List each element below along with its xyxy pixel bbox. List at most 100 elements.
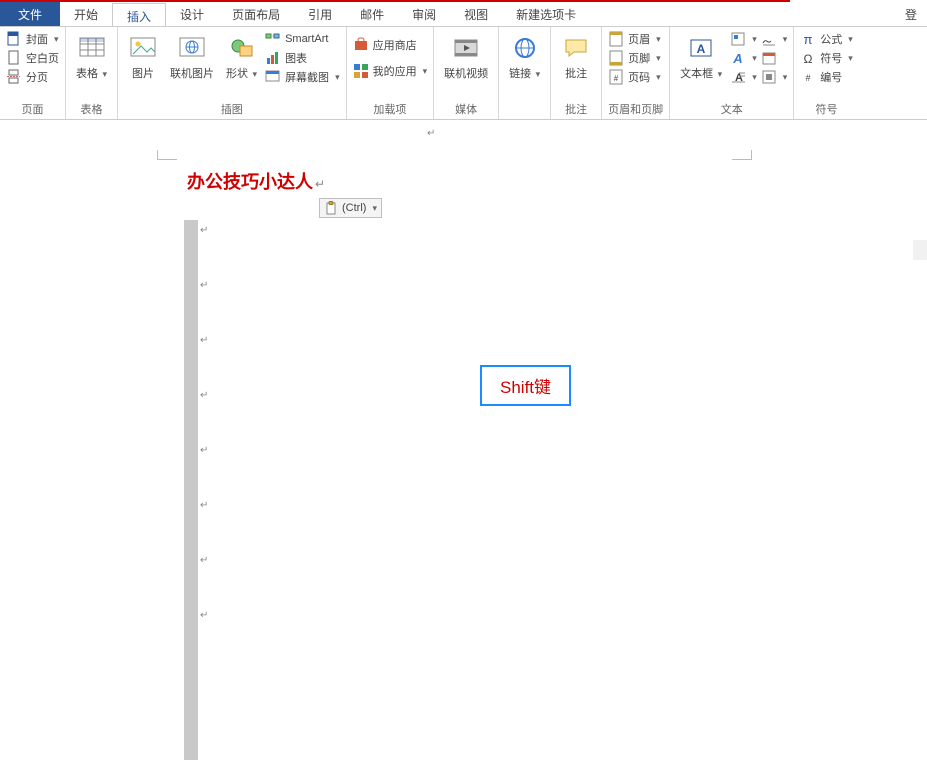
ribbon-tabstrip: 文件 开始 插入 设计 页面布局 引用 邮件 审阅 视图 新建选项卡 登 [0, 2, 927, 26]
smartart-label: SmartArt [285, 33, 328, 45]
object-icon [761, 69, 777, 85]
header-label: 页眉 [628, 31, 650, 47]
tab-layout[interactable]: 页面布局 [218, 2, 294, 26]
link-icon [510, 33, 540, 63]
number-button[interactable]: # 编号 [800, 69, 853, 85]
paragraph-mark: ↵ [200, 555, 208, 566]
chart-label: 图表 [285, 50, 307, 66]
pagenum-label: 页码 [628, 69, 650, 85]
cover-page-button[interactable]: 封面▾ [6, 31, 59, 47]
header-icon [608, 31, 624, 47]
textbox-button[interactable]: A 文本框 ▾ [676, 31, 726, 83]
tab-mail[interactable]: 邮件 [346, 2, 398, 26]
tab-review[interactable]: 审阅 [398, 2, 450, 26]
group-comments: 批注 批注 [551, 27, 602, 119]
online-picture-icon [177, 33, 207, 63]
tab-file[interactable]: 文件 [0, 2, 60, 26]
svg-text:Ω: Ω [804, 52, 813, 66]
group-headerfooter: 页眉 ▾ 页脚▾ # 页码 ▾ 页眉和页脚 [602, 27, 670, 119]
chevron-down-icon: ▾ [656, 72, 661, 83]
symbol-button[interactable]: Ω 符号▾ [800, 50, 853, 66]
chart-icon [265, 50, 281, 66]
page-break-label: 分页 [26, 69, 48, 85]
equation-button[interactable]: π 公式▾ [800, 31, 853, 47]
tab-references[interactable]: 引用 [294, 2, 346, 26]
link-button[interactable]: 链接 ▾ [505, 31, 544, 83]
blank-page-button[interactable]: 空白页 [6, 50, 59, 66]
paragraph-mark: ↵ [200, 610, 208, 621]
equation-icon: π [800, 31, 816, 47]
online-picture-button[interactable]: 联机图片 [166, 31, 218, 83]
quickparts-button[interactable]: ▾ [730, 31, 757, 47]
link-label: 链接 [509, 68, 531, 80]
myapps-button[interactable]: 我的应用 ▾ [353, 63, 428, 79]
chevron-down-icon: ▾ [752, 34, 757, 45]
tab-insert[interactable]: 插入 [112, 3, 166, 27]
textbox-label: 文本框 [680, 68, 713, 80]
paragraph-mark: ↵ [200, 500, 208, 511]
group-tables-label: 表格 [72, 99, 111, 117]
symbol-icon: Ω [800, 50, 816, 66]
cover-page-icon [6, 31, 22, 47]
chevron-down-icon: ▾ [335, 72, 340, 83]
paste-options-button[interactable]: (Ctrl) ▾ [319, 198, 382, 218]
margin-corner-top-left [157, 150, 177, 160]
wordart-button[interactable]: A▾ [730, 50, 757, 66]
shapes-button[interactable]: 形状 ▾ [222, 31, 261, 83]
page: ↵ 办公技巧小达人↵ (Ctrl) ▾ ↵ ↵ ↵ ↵ ↵ ↵ ↵ ↵ Shif… [72, 120, 842, 644]
comment-icon [561, 33, 591, 63]
chevron-down-icon: ▾ [656, 34, 661, 45]
page-break-icon [6, 69, 22, 85]
textbox-icon: A [686, 33, 716, 63]
shift-key-label: Shift键 [500, 378, 551, 397]
tab-newtab[interactable]: 新建选项卡 [502, 2, 590, 26]
chevron-down-icon: ▾ [250, 69, 257, 79]
paragraph-mark: ↵ [200, 390, 208, 401]
group-illustrations: 图片 联机图片 形状 ▾ SmartArt [118, 27, 347, 119]
number-icon: # [800, 69, 816, 85]
chevron-down-icon: ▾ [752, 72, 757, 83]
store-icon [353, 37, 369, 53]
footer-button[interactable]: 页脚▾ [608, 50, 661, 66]
group-media-label: 媒体 [440, 99, 492, 117]
tab-home[interactable]: 开始 [60, 2, 112, 26]
chevron-down-icon: ▾ [783, 34, 788, 45]
header-button[interactable]: 页眉 ▾ [608, 31, 661, 47]
group-headerfooter-label: 页眉和页脚 [608, 99, 663, 117]
chart-button[interactable]: 图表 [265, 50, 340, 66]
tab-design[interactable]: 设计 [166, 2, 218, 26]
smartart-button[interactable]: SmartArt [265, 31, 340, 47]
comment-button[interactable]: 批注 [557, 31, 595, 83]
object-button[interactable]: ▾ [761, 69, 788, 85]
store-button[interactable]: 应用商店 [353, 37, 428, 53]
group-addins: 应用商店 我的应用 ▾ 加载项 [347, 27, 435, 119]
login-link[interactable]: 登 [905, 2, 927, 26]
clipboard-icon [324, 201, 338, 215]
screenshot-button[interactable]: 屏幕截图 ▾ [265, 69, 340, 85]
svg-text:A: A [732, 51, 742, 66]
scrollbar-vertical[interactable] [913, 240, 927, 260]
datetime-button[interactable] [761, 50, 788, 66]
tab-view[interactable]: 视图 [450, 2, 502, 26]
table-button[interactable]: 表格 ▾ [72, 31, 111, 83]
pagenum-icon: # [608, 69, 624, 85]
document-area[interactable]: ↵ 办公技巧小达人↵ (Ctrl) ▾ ↵ ↵ ↵ ↵ ↵ ↵ ↵ ↵ Shif… [0, 120, 927, 644]
group-symbols-label: 符号 [800, 99, 853, 117]
page-break-button[interactable]: 分页 [6, 69, 59, 85]
svg-text:A: A [697, 42, 706, 56]
group-media: 联机视频 媒体 [434, 27, 499, 119]
inserted-shape-rectangle[interactable] [184, 220, 198, 760]
signature-button[interactable]: ▾ [761, 31, 788, 47]
online-video-button[interactable]: 联机视频 [440, 31, 492, 83]
myapps-icon [353, 63, 369, 79]
screenshot-label: 屏幕截图 [285, 69, 329, 85]
pagenum-button[interactable]: # 页码 ▾ [608, 69, 661, 85]
ribbon: 封面▾ 空白页 分页 页面 [0, 26, 927, 120]
paste-options-label: (Ctrl) [342, 202, 366, 214]
picture-button[interactable]: 图片 [124, 31, 162, 83]
comment-label: 批注 [565, 65, 587, 81]
number-label: 编号 [820, 69, 842, 85]
document-title-text[interactable]: 办公技巧小达人↵ [187, 168, 325, 194]
chevron-down-icon: ▾ [372, 203, 377, 214]
dropcap-button[interactable]: A▾ [730, 69, 757, 85]
